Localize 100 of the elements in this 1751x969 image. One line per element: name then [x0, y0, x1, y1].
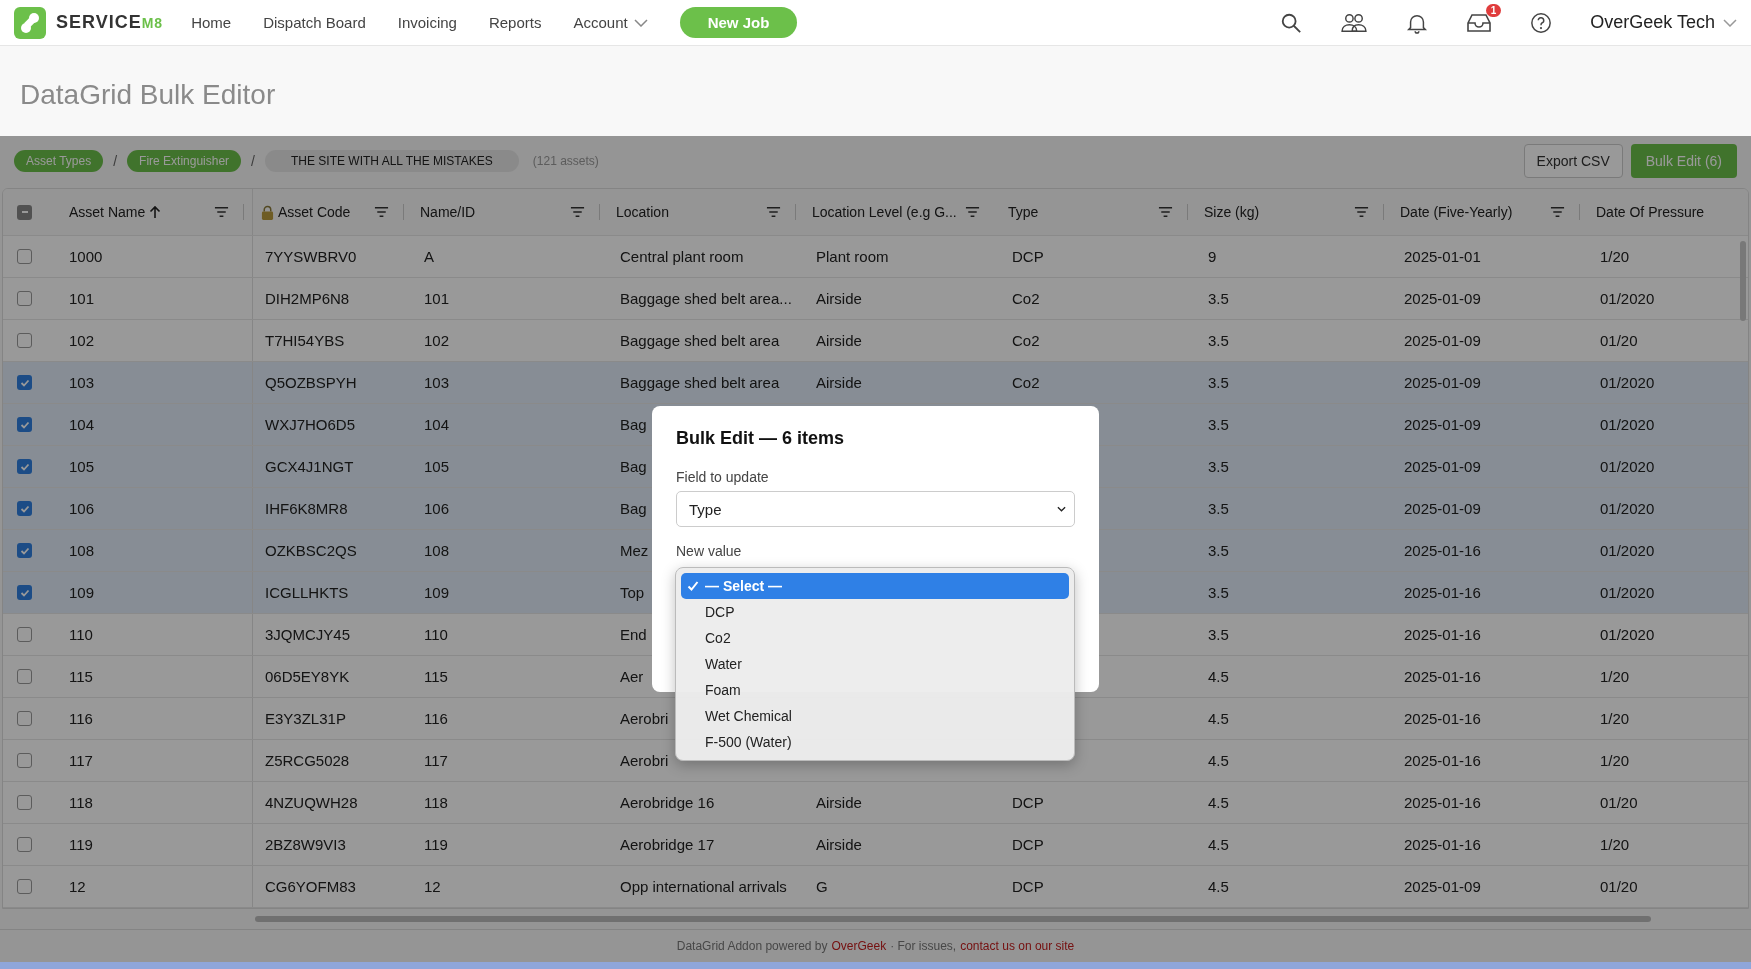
- table-cell: 103: [69, 374, 95, 391]
- row-checkbox[interactable]: [17, 795, 32, 810]
- filter-icon[interactable]: [1354, 206, 1369, 218]
- row-checkbox[interactable]: [17, 837, 32, 852]
- table-cell: E3Y3ZL31P: [265, 710, 346, 727]
- row-checkbox[interactable]: [17, 375, 32, 390]
- export-csv-button[interactable]: Export CSV: [1523, 144, 1623, 178]
- table-cell: 101: [69, 290, 95, 307]
- table-cell: 3.5: [1208, 458, 1229, 475]
- row-checkbox[interactable]: [17, 711, 32, 726]
- column-title: Asset Name: [69, 204, 146, 220]
- contact-link[interactable]: contact us on our site: [960, 939, 1075, 953]
- filter-icon[interactable]: [214, 206, 229, 218]
- dropdown-option[interactable]: F-500 (Water): [681, 729, 1069, 755]
- table-cell: 110: [69, 626, 93, 643]
- field-select[interactable]: Type: [676, 491, 1075, 527]
- row-checkbox[interactable]: [17, 585, 32, 600]
- check-icon: [687, 580, 699, 592]
- help-icon[interactable]: [1530, 11, 1553, 34]
- check-icon: [19, 419, 30, 430]
- scrollbar[interactable]: [1740, 241, 1746, 321]
- column-header[interactable]: Size (kg): [1196, 189, 1392, 235]
- field-label: Field to update: [676, 469, 769, 485]
- row-checkbox[interactable]: [17, 543, 32, 558]
- table-cell: 3.5: [1208, 374, 1229, 391]
- caret-icon[interactable]: [1723, 18, 1737, 27]
- filter-icon[interactable]: [1158, 206, 1173, 218]
- column-header[interactable]: Name/ID: [412, 189, 608, 235]
- table-cell: 3.5: [1208, 500, 1229, 517]
- column-title: Size (kg): [1204, 204, 1260, 220]
- table-cell: DIH2MP6N8: [265, 290, 350, 307]
- search-icon[interactable]: [1280, 11, 1303, 34]
- filter-icon[interactable]: [964, 206, 980, 218]
- table-cell: Airside: [816, 836, 862, 853]
- table-cell: Airside: [816, 794, 862, 811]
- table-cell: 1/20: [1600, 710, 1630, 727]
- overgeek-link[interactable]: OverGeek: [831, 939, 887, 953]
- table-cell: 01/2020: [1600, 458, 1655, 475]
- dropdown-option[interactable]: Co2: [681, 625, 1069, 651]
- filter-icon[interactable]: [1550, 206, 1565, 218]
- table-cell: 108: [69, 542, 95, 559]
- table-cell: 102: [69, 332, 95, 349]
- user-menu[interactable]: OverGeek Tech: [1590, 12, 1715, 33]
- table-cell: T7HI54YBS: [265, 332, 345, 349]
- column-header[interactable]: Asset Code: [253, 189, 412, 235]
- table-cell: 106: [424, 500, 450, 517]
- row-checkbox[interactable]: [17, 627, 32, 642]
- nav-link[interactable]: Dispatch Board: [263, 14, 366, 31]
- table-cell: 01/2020: [1600, 416, 1655, 433]
- table-cell: G: [816, 878, 828, 895]
- column-header[interactable]: Location Level (e.g G...: [804, 189, 1000, 235]
- row-checkbox[interactable]: [17, 879, 32, 894]
- column-header[interactable]: Date Of Pressure: [1588, 189, 1748, 235]
- table-cell: 105: [424, 458, 450, 475]
- table-cell: 117: [424, 752, 448, 769]
- nav-link[interactable]: Reports: [488, 14, 542, 31]
- column-header[interactable]: Location: [608, 189, 804, 235]
- table-cell: 01/2020: [1600, 374, 1655, 391]
- dropdown-option[interactable]: Water: [681, 651, 1069, 677]
- column-title: Type: [1008, 204, 1039, 220]
- nav-link[interactable]: Invoicing: [397, 14, 457, 31]
- dropdown-option[interactable]: Foam: [681, 677, 1069, 703]
- table-cell: Aerobri: [620, 710, 669, 727]
- inbox-icon[interactable]: [1466, 11, 1493, 34]
- table-cell: 1/20: [1600, 248, 1630, 265]
- table-cell: 2025-01-16: [1404, 626, 1481, 643]
- row-checkbox[interactable]: [17, 753, 32, 768]
- row-checkbox[interactable]: [17, 249, 32, 264]
- caret-icon[interactable]: [633, 18, 648, 27]
- breadcrumb-chip[interactable]: THE SITE WITH ALL THE MISTAKES: [265, 150, 519, 172]
- dropdown-option[interactable]: DCP: [681, 599, 1069, 625]
- column-title: Asset Code: [278, 204, 351, 220]
- select-all-checkbox[interactable]: [17, 204, 32, 220]
- row-checkbox[interactable]: [17, 417, 32, 432]
- table-cell: 3.5: [1208, 290, 1229, 307]
- filter-icon[interactable]: [374, 206, 389, 218]
- nav-link[interactable]: Account: [573, 14, 648, 31]
- column-header[interactable]: Type: [1000, 189, 1196, 235]
- table-cell: 115: [69, 668, 93, 685]
- nav-link[interactable]: Home: [191, 14, 232, 31]
- row-checkbox[interactable]: [17, 333, 32, 348]
- table-cell: 2BZ8W9VI3: [265, 836, 346, 853]
- row-checkbox[interactable]: [17, 669, 32, 684]
- dropdown-option[interactable]: — Select —: [681, 573, 1069, 599]
- table-cell: Aerobri: [620, 752, 669, 769]
- sort-arrow-icon[interactable]: [149, 205, 162, 219]
- table-cell: 2025-01-09: [1404, 290, 1481, 307]
- filter-icon[interactable]: [570, 206, 585, 218]
- table-cell: 4.5: [1208, 878, 1229, 895]
- column-header[interactable]: Asset Name: [57, 189, 253, 235]
- scrollbar[interactable]: [255, 916, 1651, 922]
- row-checkbox[interactable]: [17, 291, 32, 306]
- row-checkbox[interactable]: [17, 459, 32, 474]
- dropdown-option[interactable]: Wet Chemical: [681, 703, 1069, 729]
- people-icon[interactable]: [1340, 11, 1369, 34]
- row-checkbox[interactable]: [17, 501, 32, 516]
- table-cell: DCP: [1012, 836, 1044, 853]
- column-header[interactable]: Date (Five-Yearly): [1392, 189, 1588, 235]
- chevron-icon[interactable]: [1057, 506, 1066, 512]
- filter-icon[interactable]: [766, 206, 781, 218]
